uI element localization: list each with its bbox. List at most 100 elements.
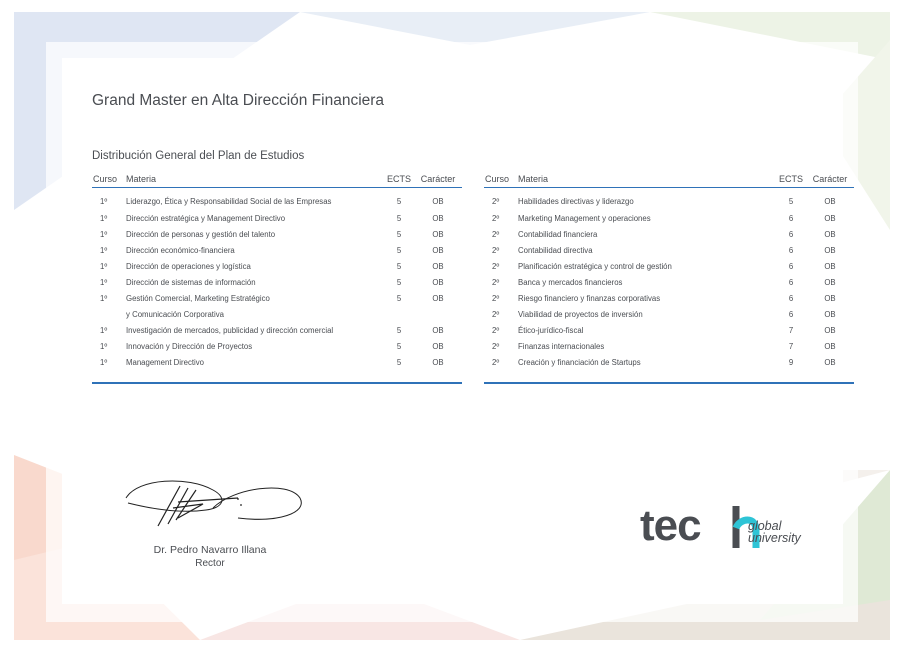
cell-curso: 1º xyxy=(100,277,108,287)
cell-materia: Creación y financiación de Startups xyxy=(518,357,641,367)
table-row: 1º Dirección de operaciones y logística 5 O… xyxy=(92,258,462,274)
cell-curso: 2º xyxy=(492,341,500,351)
cell-curso xyxy=(92,306,126,322)
cell-materia: Dirección económico-financiera xyxy=(126,245,235,255)
cell-caracter: OB xyxy=(432,341,444,351)
cell-caracter: OB xyxy=(824,245,836,255)
cell-materia: Riesgo financiero y finanzas corporativa… xyxy=(518,293,661,303)
cell-ects: 5 xyxy=(396,325,402,335)
cell-caracter: OB xyxy=(824,213,836,223)
table-row: 2º Finanzas internacionales 7 OB xyxy=(484,338,854,354)
cell-ects: 5 xyxy=(396,196,402,206)
cell-caracter: OB xyxy=(824,341,836,351)
cell-materia: Banca y mercados financieros xyxy=(518,277,623,287)
table-row: 1º Dirección estratégica y Management Dir… xyxy=(92,210,462,226)
cell-materia: Management Directivo xyxy=(126,357,205,367)
column-header-caracter: Carácter xyxy=(806,171,854,188)
column-header-curso: Curso xyxy=(92,171,126,188)
table-row: 2º Ético-jurídico-fiscal 7 OB xyxy=(484,322,854,338)
column-header-ects: ECTS xyxy=(384,171,414,188)
cell-caracter: OB xyxy=(432,229,444,239)
cell-ects: 5 xyxy=(396,229,402,239)
cell-curso: 1º xyxy=(100,229,108,239)
rector-signature xyxy=(125,480,302,527)
cell-curso: 1º xyxy=(100,261,108,271)
curriculum-table-right: Curso Materia ECTS Carácter 2º Habilidade… xyxy=(484,171,854,384)
cell-ects: 5 xyxy=(396,293,402,303)
tech-logo: tec global university xyxy=(640,500,820,560)
cell-ects: 6 xyxy=(788,245,794,255)
cell-curso: 1º xyxy=(100,341,108,351)
cell-ects: 5 xyxy=(396,277,402,287)
cell-ects: 6 xyxy=(788,293,794,303)
cell-caracter: OB xyxy=(824,277,836,287)
table-row: 1º Dirección de personas y gestión del ta… xyxy=(92,226,462,242)
cell-materia: Investigación de mercados, publicidad y … xyxy=(126,325,334,335)
cell-materia: Dirección de operaciones y logística xyxy=(126,261,251,271)
table-row: 1º Innovación y Dirección de Proyectos 5 OB xyxy=(92,338,462,354)
cell-curso: 1º xyxy=(100,196,108,206)
cell-ects: 5 xyxy=(396,261,402,271)
cell-ects: 7 xyxy=(788,325,794,335)
table-row: 1º Investigación de mercados, publicidad … xyxy=(92,322,462,338)
cell-caracter: OB xyxy=(432,213,444,223)
cell-materia: Finanzas internacionales xyxy=(518,341,605,351)
cell-materia: Gestión Comercial, Marketing Estratégico xyxy=(126,293,270,303)
column-header-materia: Materia xyxy=(518,171,776,188)
cell-curso: 1º xyxy=(100,213,108,223)
cell-caracter: OB xyxy=(824,357,836,367)
cell-ects: 6 xyxy=(788,309,794,319)
column-header-materia: Materia xyxy=(126,171,384,188)
cell-materia: Innovación y Dirección de Proyectos xyxy=(126,341,253,351)
cell-caracter: OB xyxy=(432,245,444,255)
cell-curso: 2º xyxy=(492,293,500,303)
table-row: 1º Dirección económico-financiera 5 OB xyxy=(92,242,462,258)
table-body: 1º Liderazgo, Ética y Responsabilidad Soc… xyxy=(92,188,462,371)
cell-curso: 2º xyxy=(492,325,500,335)
cell-caracter: OB xyxy=(432,325,444,335)
cell-ects: 9 xyxy=(788,357,794,367)
cell-materia: y Comunicación Corporativa xyxy=(126,309,224,319)
table-header-row: Curso Materia ECTS Carácter xyxy=(92,171,462,188)
cell-caracter: OB xyxy=(824,229,836,239)
cell-materia: Dirección estratégica y Management Direc… xyxy=(126,213,286,223)
cell-curso: 1º xyxy=(100,293,108,303)
cell-curso: 1º xyxy=(100,325,108,335)
table-row: y Comunicación Corporativa xyxy=(92,306,462,322)
cell-materia: Viabilidad de proyectos de inversión xyxy=(518,309,643,319)
table-body: 2º Habilidades directivas y liderazgo 5 OB 2… xyxy=(484,188,854,371)
document-title: Grand Master en Alta Dirección Financier… xyxy=(92,92,385,109)
cell-materia: Dirección de personas y gestión del tale… xyxy=(126,229,276,239)
table-row: 2º Banca y mercados financieros 6 OB xyxy=(484,274,854,290)
cell-caracter: OB xyxy=(432,357,444,367)
cell-caracter: OB xyxy=(824,261,836,271)
cell-curso: 1º xyxy=(100,357,108,367)
table-row: 2º Riesgo financiero y finanzas corporati… xyxy=(484,290,854,306)
cell-ects: 5 xyxy=(396,245,402,255)
cell-materia: Contabilidad directiva xyxy=(518,245,593,255)
cell-curso: 2º xyxy=(492,277,500,287)
table-row: 1º Liderazgo, Ética y Responsabilidad Soc… xyxy=(92,188,462,211)
table-row: 1º Dirección de sistemas de información 5 O… xyxy=(92,274,462,290)
column-header-ects: ECTS xyxy=(776,171,806,188)
cell-caracter: OB xyxy=(824,293,836,303)
table-row: 2º Planificación estratégica y control de… xyxy=(484,258,854,274)
table-row: 2º Creación y financiación de Startups 9 OB xyxy=(484,354,854,370)
cell-caracter: OB xyxy=(432,196,444,206)
curriculum-table-left: Curso Materia ECTS Carácter 1º Liderazgo,… xyxy=(92,171,462,384)
cell-ects: 5 xyxy=(788,196,794,206)
cell-curso: 2º xyxy=(492,196,500,206)
cell-ects xyxy=(384,306,414,322)
cell-curso: 2º xyxy=(492,309,500,319)
signer-name: Dr. Pedro Navarro Illana xyxy=(153,544,267,556)
cell-caracter: OB xyxy=(824,309,836,319)
logo-sub-university: university xyxy=(748,531,801,545)
logo-wordmark: tec xyxy=(640,501,702,550)
cell-caracter: OB xyxy=(432,293,444,303)
cell-ects: 6 xyxy=(788,213,794,223)
cell-caracter: OB xyxy=(432,261,444,271)
cell-curso: 2º xyxy=(492,261,500,271)
logo-subtitle: global university xyxy=(748,520,801,545)
table-row: 1º Management Directivo 5 OB xyxy=(92,354,462,370)
cell-materia: Marketing Management y operaciones xyxy=(518,213,651,223)
